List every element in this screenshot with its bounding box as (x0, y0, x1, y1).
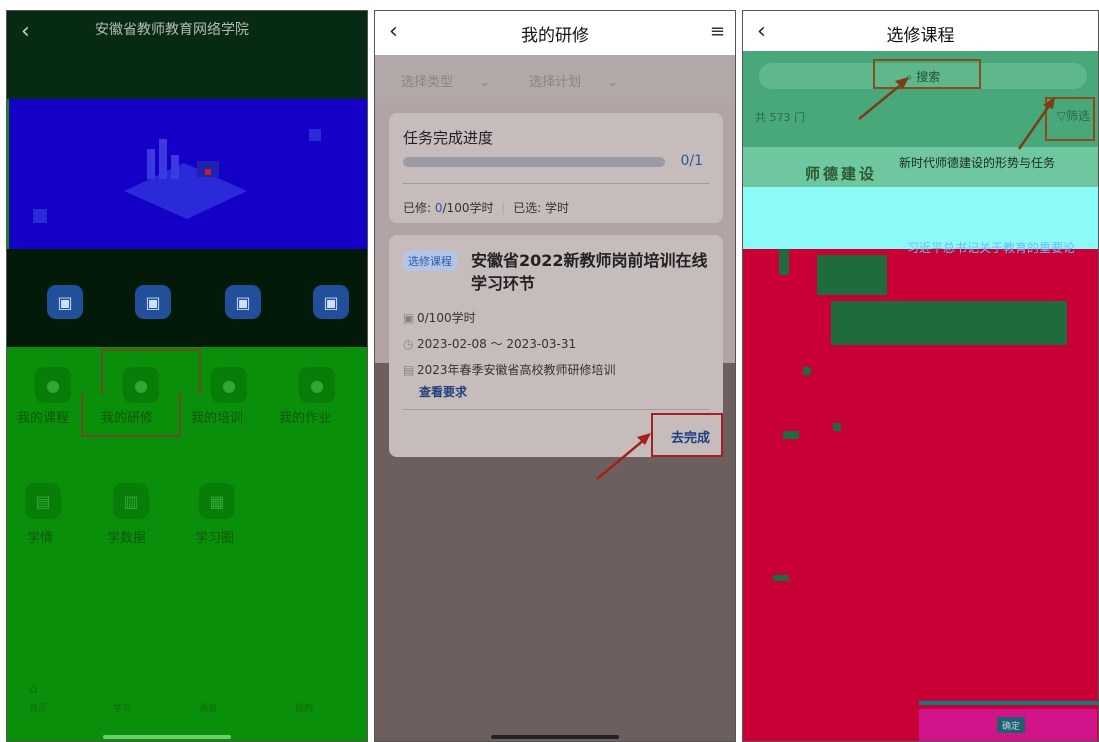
message-icon[interactable]: ▣ (135, 285, 171, 319)
block (783, 431, 799, 439)
home-indicator (103, 735, 231, 739)
home-indicator (491, 735, 619, 739)
back-icon[interactable]: ‹ (21, 19, 30, 44)
highlight-box-top (101, 349, 201, 395)
block (773, 575, 789, 581)
course-icon[interactable]: ● (35, 367, 71, 403)
banner-image[interactable] (9, 99, 367, 249)
panel-my-study: ‹ 我的研修 ≡ 选择类型 ⌄ 选择计划 ⌄ 任务完成进度 0/1 已修: 0/… (374, 10, 736, 742)
block (779, 249, 789, 275)
panel-home: ‹ 安徽省教师教育网络学院 ▣ ▣ ▣ ▣ ● ● ● ● 我的课程 我的研修 … (6, 10, 368, 742)
learning-data-icon[interactable]: ▥ (113, 483, 149, 519)
highlight-box-bottom (81, 393, 181, 437)
block (803, 367, 811, 375)
nav-messages[interactable]: 消息 (193, 701, 223, 714)
bottom-bar-line (919, 701, 1098, 705)
homework-icon[interactable]: ● (299, 367, 335, 403)
nav-mine[interactable]: 我的 (289, 701, 319, 714)
menu-label-status[interactable]: 学情 (27, 527, 53, 546)
user-icon[interactable]: ▣ (313, 285, 349, 319)
arrow-icon (596, 433, 651, 480)
video-icon[interactable]: ▣ (225, 285, 261, 319)
menu-label-training[interactable]: 我的培训 (191, 407, 243, 426)
menu-label-data[interactable]: 学数据 (107, 527, 146, 546)
learning-circle-icon[interactable]: ▦ (199, 483, 235, 519)
training-icon[interactable]: ● (211, 367, 247, 403)
menu-label-homework[interactable]: 我的作业 (279, 407, 331, 426)
nav-study[interactable]: 学习 (107, 701, 137, 714)
page-title: 安徽省教师教育网络学院 (95, 22, 249, 38)
confirm-button[interactable]: 确定 (997, 717, 1025, 733)
menu-label-courses[interactable]: 我的课程 (17, 407, 69, 426)
menu-label-circle[interactable]: 学习圈 (195, 527, 234, 546)
block (831, 301, 1067, 345)
nav-home[interactable]: 首页 (23, 701, 53, 714)
block (833, 423, 841, 431)
banner-illustration-icon (33, 129, 321, 223)
panel-elective-courses: ‹ 选修课程 ⌕ 搜索 共 573 门 ▽筛选 师德建设 新时代师德建设的形势与… (742, 10, 1099, 742)
arrow-icon (858, 77, 1055, 150)
learning-status-icon[interactable]: ▤ (25, 483, 61, 519)
chat-icon[interactable]: ▣ (47, 285, 83, 319)
home-nav-icon[interactable]: ⌂ (29, 681, 38, 697)
block (817, 255, 887, 295)
